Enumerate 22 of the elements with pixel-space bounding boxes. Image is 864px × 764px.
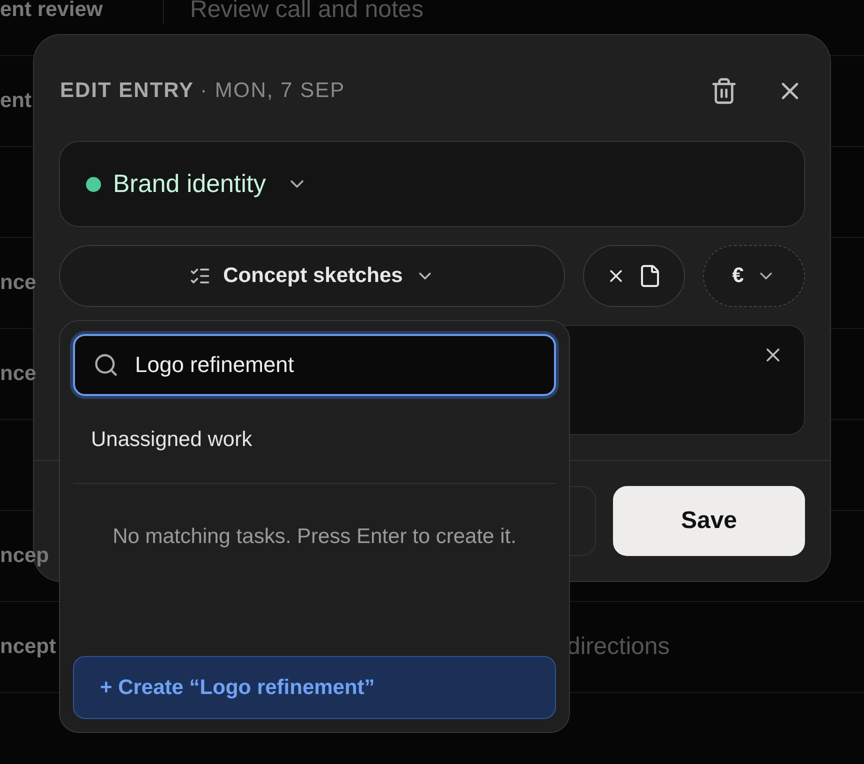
- table-cell: nce: [0, 271, 36, 295]
- empty-message: No matching tasks. Press Enter to create it.: [112, 524, 518, 550]
- task-select[interactable]: Concept sketches: [59, 245, 565, 307]
- table-cell-text: directions: [566, 633, 671, 661]
- entry-date: · MON, 7 SEP: [200, 79, 346, 103]
- dialog-title: EDIT ENTRY: [60, 79, 194, 103]
- currency-select[interactable]: €: [703, 245, 805, 307]
- table-cell: ent review: [0, 0, 103, 22]
- table-cell: nce: [0, 362, 36, 386]
- table-cell: ncep: [0, 544, 50, 568]
- save-button[interactable]: Save: [613, 486, 805, 556]
- search-field[interactable]: Logo refinement: [73, 334, 556, 396]
- trash-icon: [710, 77, 738, 105]
- search-icon: [93, 352, 119, 378]
- table-cell: ent: [0, 89, 32, 113]
- create-task-button[interactable]: + Create “Logo refinement”: [73, 656, 556, 719]
- delete-button[interactable]: [710, 77, 738, 105]
- document-icon: [638, 264, 662, 288]
- project-select[interactable]: Brand identity: [59, 141, 805, 227]
- task-option[interactable]: Unassigned work: [73, 396, 556, 484]
- table-cell: ncept: [0, 635, 56, 659]
- search-input[interactable]: Logo refinement: [133, 351, 536, 379]
